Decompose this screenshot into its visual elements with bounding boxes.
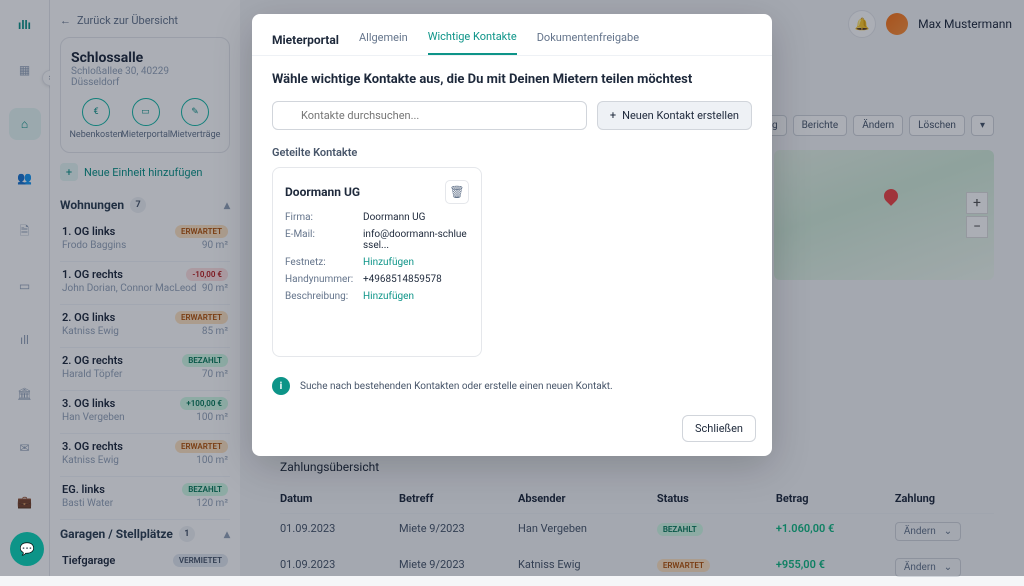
contact-card: Doormann UG 🗑 Firma: Doormann UG E-Mail:… xyxy=(272,167,482,357)
chat-button[interactable]: 💬 xyxy=(10,532,44,566)
modal-title: Wähle wichtige Kontakte aus, die Du mit … xyxy=(272,72,752,87)
modal-brand: Mieterportal xyxy=(272,33,339,47)
delete-contact-button[interactable]: 🗑 xyxy=(445,180,469,204)
plus-icon: + xyxy=(610,109,616,122)
search-input[interactable] xyxy=(272,101,587,130)
info-icon: i xyxy=(272,377,290,395)
trash-icon: 🗑 xyxy=(449,185,464,199)
contact-handy: +4968514859578 xyxy=(363,274,469,285)
contact-name: Doormann UG xyxy=(285,185,360,199)
tab-wichtige-kontakte[interactable]: Wichtige Kontakte xyxy=(428,24,517,55)
tab-allgemein[interactable]: Allgemein xyxy=(359,25,408,54)
add-festnetz-link[interactable]: Hinzufügen xyxy=(363,257,469,268)
contact-firma: Doormann UG xyxy=(363,212,469,223)
shared-contacts-heading: Geteilte Kontakte xyxy=(272,146,752,159)
info-text: Suche nach bestehenden Kontakten oder er… xyxy=(300,381,613,392)
close-button[interactable]: Schließen xyxy=(682,415,756,442)
add-beschreibung-link[interactable]: Hinzufügen xyxy=(363,291,469,302)
new-contact-button[interactable]: + Neuen Kontakt erstellen xyxy=(597,101,752,130)
contact-email: info@doormann-schluessel... xyxy=(363,229,469,251)
modal: Mieterportal Allgemein Wichtige Kontakte… xyxy=(252,14,772,456)
tab-dokumentenfreigabe[interactable]: Dokumentenfreigabe xyxy=(537,25,639,54)
